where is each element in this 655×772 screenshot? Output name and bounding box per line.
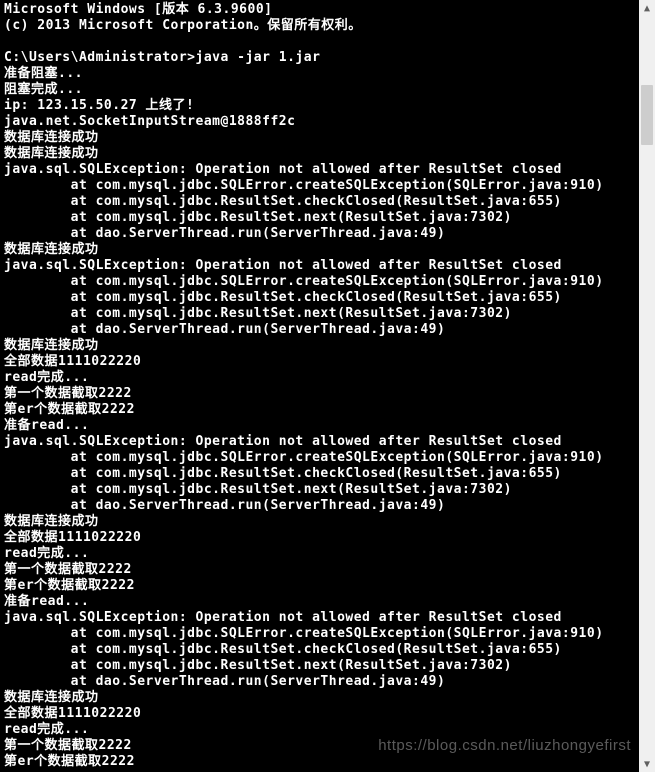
vertical-scrollbar[interactable]: ▲ ▼ [639, 0, 655, 772]
scroll-down-button[interactable]: ▼ [639, 756, 655, 772]
console-output: Microsoft Windows [版本 6.3.9600] (c) 2013… [0, 0, 639, 772]
watermark-text: https://blog.csdn.net/liuzhongyefirst [378, 737, 631, 754]
chevron-up-icon: ▲ [644, 3, 650, 14]
scroll-thumb[interactable] [641, 85, 653, 145]
chevron-down-icon: ▼ [644, 759, 650, 770]
scroll-up-button[interactable]: ▲ [639, 0, 655, 16]
